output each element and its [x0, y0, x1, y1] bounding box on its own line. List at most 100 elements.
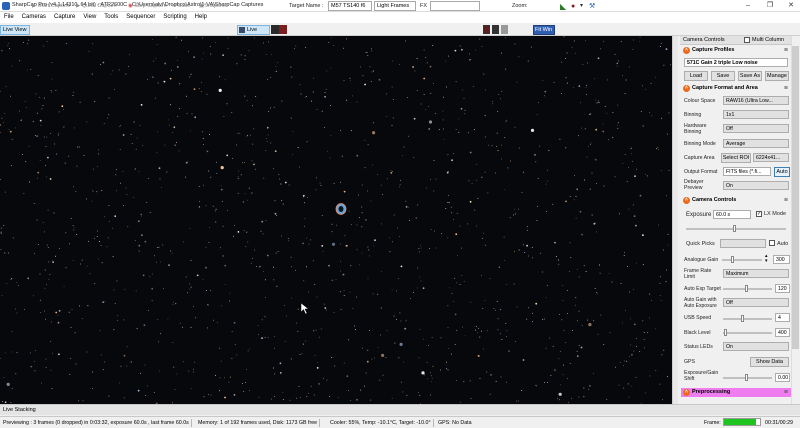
red-mode-icon[interactable] — [279, 25, 287, 34]
dark-swatch-icon[interactable] — [492, 25, 499, 34]
star — [323, 303, 325, 305]
menu-file[interactable]: File — [0, 12, 18, 23]
menu-scripting[interactable]: Scripting — [159, 12, 190, 23]
exposure-gain-shift-input[interactable]: 0.00 — [775, 373, 790, 382]
histogram-icon[interactable]: ◣ — [560, 1, 566, 12]
minimize-button[interactable]: – — [738, 0, 758, 12]
star — [514, 250, 516, 252]
close-button[interactable]: ✕ — [781, 0, 800, 12]
maximize-button[interactable]: ❐ — [760, 0, 780, 12]
collapse-icon: ˄ — [683, 47, 690, 54]
star — [505, 323, 507, 325]
reticle-icon[interactable]: ● — [571, 1, 575, 12]
display-icon[interactable] — [271, 25, 279, 34]
star — [445, 86, 447, 88]
star — [222, 54, 225, 57]
status-leds-select[interactable]: On — [723, 342, 789, 351]
multi-column-checkbox[interactable] — [744, 37, 750, 43]
star — [573, 199, 575, 201]
menu-tools[interactable]: Tools — [100, 12, 122, 23]
usb-speed-input[interactable]: 4 — [775, 313, 790, 322]
star — [457, 255, 459, 257]
menu-view[interactable]: View — [79, 12, 100, 23]
capture-profiles-header[interactable]: ˄ Capture Profiles ≡ — [681, 46, 791, 55]
debayer-preview-select[interactable]: On — [723, 181, 789, 190]
quick-picks-select[interactable] — [720, 239, 766, 248]
hamburger-icon[interactable]: ≡ — [784, 84, 788, 93]
exposure-slider-thumb[interactable] — [733, 225, 736, 232]
save-as-button[interactable]: Save As — [738, 71, 762, 81]
star — [419, 394, 421, 396]
star — [277, 250, 279, 252]
auto-output-button[interactable]: Auto — [774, 167, 790, 177]
analogue-gain-stepper[interactable]: ▴ ▾ — [765, 254, 768, 264]
usb-speed-slider[interactable] — [723, 318, 772, 320]
menu-capture[interactable]: Capture — [50, 12, 79, 23]
grey-swatch-icon[interactable] — [501, 25, 508, 34]
profile-select[interactable]: 571C Gain 2 triple Low noise — [684, 58, 788, 67]
binning-mode-select[interactable]: Average — [723, 139, 789, 148]
output-format-select[interactable]: FITS files (*.fi... — [723, 167, 771, 176]
auto-gain-select[interactable]: Off — [723, 298, 789, 307]
menu-cameras[interactable]: Cameras — [18, 12, 50, 23]
star — [273, 106, 275, 108]
auto-exp-target-input[interactable]: 120 — [775, 284, 790, 293]
star — [16, 352, 18, 354]
tab-camera-controls[interactable]: Camera Controls — [683, 37, 725, 43]
star — [324, 127, 325, 128]
star — [158, 167, 161, 170]
star — [314, 284, 316, 286]
analogue-gain-input[interactable]: 300 — [773, 255, 790, 264]
reticle-dropdown-icon[interactable]: ▾ — [580, 1, 583, 12]
exposure-input[interactable]: 60.0 s — [713, 210, 751, 219]
black-level-input[interactable]: 400 — [775, 328, 790, 337]
star — [48, 278, 50, 280]
target-name-input[interactable]: M57 TS140 f6 — [328, 1, 372, 11]
preprocessing-header[interactable]: ˄ Preprocessing ≡ — [681, 388, 791, 397]
black-level-thumb[interactable] — [724, 329, 727, 336]
hardware-binning-select[interactable]: Off — [723, 124, 789, 133]
fx-select[interactable] — [430, 1, 480, 11]
color-swatch-icon[interactable] — [483, 25, 490, 34]
tools-icon[interactable]: ⚒ — [589, 1, 595, 12]
live-stacking-bar[interactable]: Live Stacking — [0, 404, 800, 415]
frame-rate-limit-select[interactable]: Maximum — [723, 269, 789, 278]
analogue-gain-thumb[interactable] — [731, 256, 734, 263]
save-button[interactable]: Save — [711, 71, 735, 81]
usb-speed-thumb[interactable] — [741, 315, 744, 322]
capture-area-select[interactable]: 6224x41... — [753, 153, 789, 162]
camera-controls-header[interactable]: ˄ Camera Controls ≡ — [681, 196, 791, 205]
hamburger-icon[interactable]: ≡ — [784, 388, 788, 397]
frame-type-select[interactable]: Light Frames — [374, 1, 416, 11]
load-button[interactable]: Load — [684, 71, 708, 81]
stop-capture-button[interactable]: ◉ Stop Capture — [128, 1, 167, 12]
live-view-button[interactable]: Live View — [0, 25, 30, 35]
image-viewer[interactable] — [0, 36, 672, 404]
snapshot-button[interactable]: ▣Snapshot — [199, 1, 227, 12]
show-data-button[interactable]: Show Data — [750, 357, 789, 367]
black-level-slider[interactable] — [723, 332, 772, 334]
auto-exp-target-thumb[interactable] — [745, 285, 748, 292]
exposure-gain-shift-thumb[interactable] — [745, 374, 748, 381]
star — [552, 203, 554, 205]
menu-help[interactable]: Help — [191, 12, 211, 23]
colour-space-select[interactable]: RAW16 (Ultra Low... — [723, 96, 789, 105]
auto-exposure-checkbox[interactable] — [769, 240, 775, 246]
quick-capture-button[interactable]: ▶ Quick Capture — [76, 1, 117, 12]
star — [451, 212, 453, 214]
panel-scroll-thumb[interactable] — [792, 46, 799, 349]
start-capture-button[interactable]: ▶ Start Capture — [32, 1, 70, 12]
manage-button[interactable]: Manage — [765, 71, 789, 81]
stop-icon: ◉ — [128, 3, 133, 9]
binning-select[interactable]: 1x1 — [723, 110, 789, 119]
hamburger-icon[interactable]: ≡ — [784, 196, 788, 205]
lx-mode-checkbox[interactable]: ✓ — [756, 211, 762, 217]
menu-sequencer[interactable]: Sequencer — [122, 12, 159, 23]
pause-button[interactable]: ⏸Pause — [172, 1, 190, 12]
select-roi-button[interactable]: Select ROI — [721, 153, 751, 163]
capture-format-header[interactable]: ˄ Capture Format and Area ≡ — [681, 84, 791, 93]
hamburger-icon[interactable]: ≡ — [784, 46, 788, 55]
zoom-select[interactable]: Fit Win — [533, 25, 555, 35]
exposure-slider[interactable] — [686, 228, 786, 230]
analogue-gain-slider[interactable] — [722, 259, 762, 261]
